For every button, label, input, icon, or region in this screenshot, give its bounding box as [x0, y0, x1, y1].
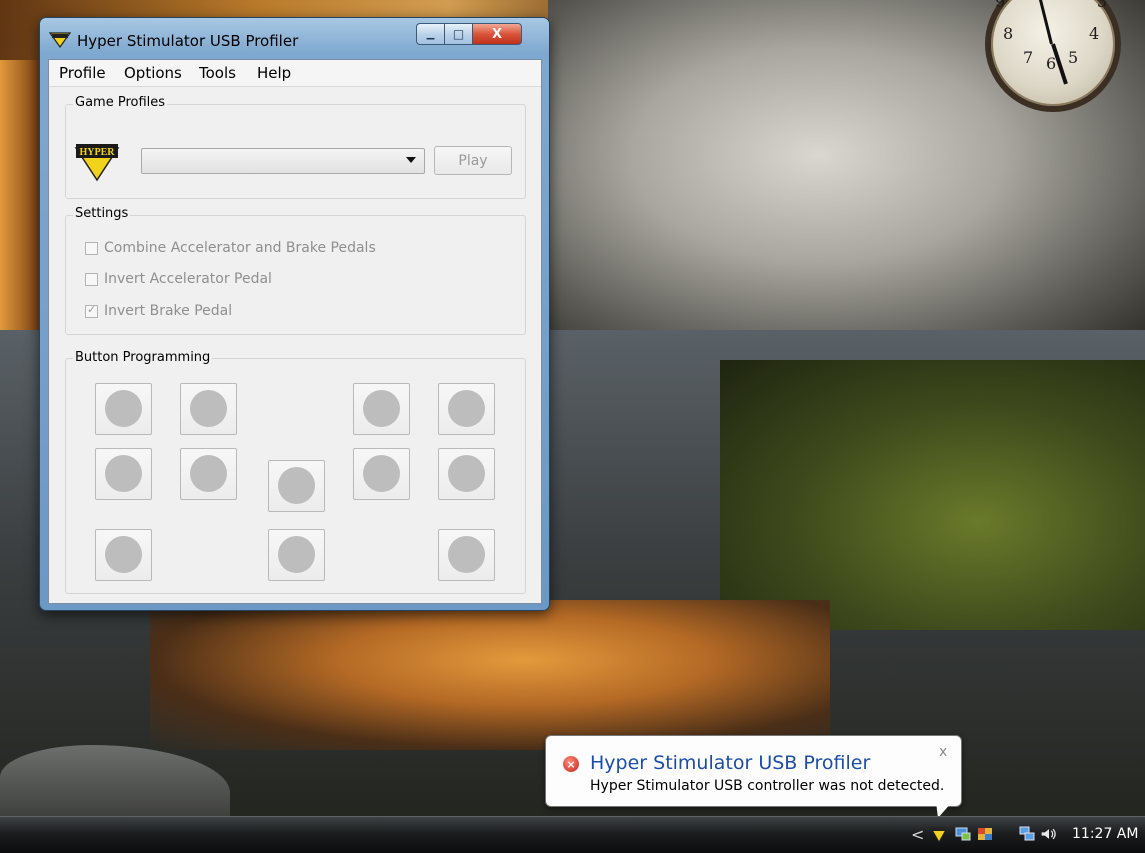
combine-pedals-label: Combine Accelerator and Brake Pedals: [104, 240, 376, 256]
maximize-button[interactable]: □: [444, 23, 472, 45]
minimize-button[interactable]: ▁: [416, 23, 444, 45]
wallpaper-reflection: [150, 600, 830, 750]
invert-brake-checkbox[interactable]: ✓: [85, 302, 98, 318]
network-sharing-icon[interactable]: [954, 825, 972, 843]
clock-gadget[interactable]: 9 8 7 6 5 4 3: [971, 0, 1139, 114]
program-button-11[interactable]: [268, 529, 325, 581]
window-title: Hyper Stimulator USB Profiler: [77, 32, 299, 50]
show-hidden-icons-button[interactable]: <: [911, 825, 924, 844]
combine-pedals-checkbox[interactable]: [85, 241, 98, 255]
settings-label: Settings: [73, 206, 131, 221]
notification-message: Hyper Stimulator USB controller was not …: [590, 778, 945, 794]
invert-accelerator-option[interactable]: Invert Accelerator Pedal: [85, 270, 272, 288]
circle-icon: [363, 390, 400, 427]
menu-profile[interactable]: Profile: [59, 64, 106, 82]
close-button[interactable]: X: [472, 23, 522, 45]
invert-brake-label: Invert Brake Pedal: [104, 303, 233, 319]
circle-icon: [190, 455, 227, 492]
hyper-tray-icon[interactable]: [930, 825, 948, 843]
circle-icon: [278, 467, 315, 504]
network-icon[interactable]: [1018, 825, 1036, 843]
hyper-app-icon: [49, 32, 71, 48]
menu-help[interactable]: Help: [257, 64, 291, 82]
hyper-logo-text: HYPER: [80, 147, 116, 158]
chevron-down-icon: [406, 157, 416, 163]
wallpaper-grass-bank: [720, 360, 1145, 630]
program-button-7[interactable]: [268, 460, 325, 512]
clock-numeral: 8: [1003, 24, 1014, 43]
clock-numeral: 9: [995, 0, 1006, 11]
window-client-area: Profile Options Tools Help Game Profiles…: [48, 59, 542, 604]
circle-icon: [105, 536, 142, 573]
minimize-icon: ▁: [426, 28, 435, 40]
program-button-4[interactable]: [438, 383, 495, 435]
checkmark-icon: ✓: [87, 302, 97, 316]
maximize-icon: □: [452, 27, 465, 41]
error-icon: ×: [563, 756, 579, 772]
title-bar[interactable]: Hyper Stimulator USB Profiler ▁ □ X: [40, 18, 549, 62]
volume-icon[interactable]: [1040, 825, 1058, 843]
taskbar: < 11:27 AM: [0, 816, 1145, 853]
circle-icon: [363, 455, 400, 492]
circle-icon: [448, 455, 485, 492]
circle-icon: [105, 390, 142, 427]
circle-icon: [105, 455, 142, 492]
clock-numeral: 5: [1068, 48, 1079, 67]
notification-title: Hyper Stimulator USB Profiler: [590, 752, 871, 774]
program-button-10[interactable]: [95, 529, 152, 581]
program-button-6[interactable]: [180, 448, 237, 500]
wallpaper-left-cliff: [0, 60, 40, 330]
game-profiles-label: Game Profiles: [73, 95, 168, 110]
clock-numeral: 4: [1089, 24, 1100, 43]
game-profile-dropdown[interactable]: [141, 148, 425, 174]
combine-pedals-option[interactable]: Combine Accelerator and Brake Pedals: [85, 239, 376, 257]
security-center-icon[interactable]: [976, 825, 994, 843]
program-button-9[interactable]: [438, 448, 495, 500]
clock-numeral: 7: [1023, 48, 1034, 67]
program-button-2[interactable]: [180, 383, 237, 435]
program-button-12[interactable]: [438, 529, 495, 581]
button-programming-label: Button Programming: [73, 350, 213, 365]
window-controls: ▁ □ X: [416, 23, 522, 45]
hyper-logo-icon: HYPER: [74, 144, 120, 182]
invert-accelerator-checkbox[interactable]: [85, 272, 98, 286]
menu-options[interactable]: Options: [124, 64, 182, 82]
program-button-5[interactable]: [95, 448, 152, 500]
circle-icon: [278, 536, 315, 573]
profiler-window[interactable]: Hyper Stimulator USB Profiler ▁ □ X Prof…: [39, 17, 550, 611]
menu-bar: Profile Options Tools Help: [49, 60, 541, 87]
clock-numeral: 3: [1097, 0, 1108, 11]
close-icon: X: [491, 26, 503, 42]
play-button[interactable]: Play: [434, 146, 512, 175]
invert-brake-option[interactable]: ✓ Invert Brake Pedal: [85, 302, 232, 320]
menu-tools[interactable]: Tools: [199, 64, 236, 82]
circle-icon: [448, 536, 485, 573]
invert-accelerator-label: Invert Accelerator Pedal: [104, 271, 272, 287]
taskbar-clock[interactable]: 11:27 AM: [1072, 826, 1138, 842]
notification-close-button[interactable]: x: [939, 744, 947, 760]
notification-balloon[interactable]: × Hyper Stimulator USB Profiler Hyper St…: [545, 735, 962, 807]
program-button-1[interactable]: [95, 383, 152, 435]
circle-icon: [448, 390, 485, 427]
circle-icon: [190, 390, 227, 427]
program-button-8[interactable]: [353, 448, 410, 500]
program-button-3[interactable]: [353, 383, 410, 435]
